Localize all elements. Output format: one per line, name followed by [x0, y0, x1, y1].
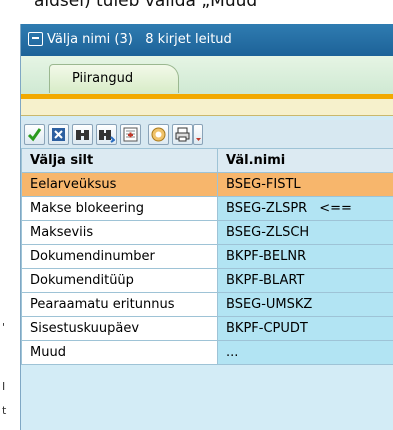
- print-button[interactable]: [172, 124, 193, 145]
- table-row[interactable]: Dokumendinumber BKPF-BELNR: [21, 244, 393, 269]
- table-row[interactable]: Pearaamatu eritunnus BSEG-UMSKZ: [21, 292, 393, 317]
- background-document-text: aldsel) tuleb valida „Muud: [0, 0, 393, 24]
- print-icon: [175, 127, 190, 142]
- dialog-title-bar[interactable]: Välja nimi (3) 8 kirjet leitud: [21, 24, 393, 56]
- checkmark-icon: [27, 128, 42, 142]
- edge-fragment: I: [2, 380, 6, 393]
- field-label: Makse blokeering: [21, 196, 218, 221]
- field-name: BSEG-FISTL: [217, 172, 393, 197]
- field-name: BSEG-ZLSPR: [226, 201, 308, 216]
- cancel-icon: [52, 128, 65, 141]
- tab-label: Piirangud: [72, 71, 134, 86]
- restriction-input-area[interactable]: [21, 99, 393, 116]
- table-row[interactable]: Eelarveüksus BSEG-FISTL: [21, 172, 393, 197]
- field-label: Eelarveüksus: [21, 172, 218, 197]
- field-label: Sisestuskuupäev: [21, 316, 218, 341]
- background-text: aldsel) tuleb valida „Muud: [34, 0, 258, 11]
- column-header-field-label[interactable]: Välja silt: [21, 148, 218, 173]
- field-list-table: Välja silt Väl.nimi Eelarveüksus BSEG-FI…: [21, 148, 393, 365]
- dialog-title: Välja nimi (3): [47, 32, 133, 47]
- table-row[interactable]: Makseviis BSEG-ZLSCH: [21, 220, 393, 245]
- table-row[interactable]: Muud ...: [21, 340, 393, 365]
- field-name: BKPF-BELNR: [217, 244, 393, 269]
- select-button[interactable]: [120, 124, 141, 145]
- field-name: BSEG-UMSKZ: [217, 292, 393, 317]
- field-label: Muud: [21, 340, 218, 365]
- dialog-toolbar: [21, 120, 393, 148]
- find-icon: [76, 130, 89, 140]
- edge-fragment: ': [2, 321, 6, 334]
- value-help-dialog: Välja nimi (3) 8 kirjet leitud Piirangud: [20, 24, 393, 430]
- edge-fragment: t: [2, 404, 7, 417]
- tab-restrictions[interactable]: Piirangud: [49, 64, 179, 93]
- background-edge: ' I t: [0, 24, 20, 430]
- window-icon: [28, 32, 43, 46]
- table-header-row: Välja silt Väl.nimi: [21, 148, 393, 173]
- column-header-field-name[interactable]: Väl.nimi: [217, 148, 393, 173]
- find-button[interactable]: [72, 124, 93, 145]
- pointer-marker: <==: [319, 201, 352, 216]
- confirm-button[interactable]: [24, 124, 45, 145]
- tab-strip: Piirangud: [21, 56, 393, 94]
- field-label: Dokumenditüüp: [21, 268, 218, 293]
- field-name: BKPF-CPUDT: [217, 316, 393, 341]
- find-next-icon: [99, 130, 115, 143]
- find-next-button[interactable]: [96, 124, 117, 145]
- table-row[interactable]: Sisestuskuupäev BKPF-CPUDT: [21, 316, 393, 341]
- table-row[interactable]: Makse blokeering BSEG-ZLSPR <==: [21, 196, 393, 221]
- chevron-down-icon: [196, 138, 201, 141]
- print-options-dropdown[interactable]: [193, 124, 203, 145]
- select-icon: [123, 127, 138, 142]
- help-icon: [151, 127, 166, 142]
- cancel-button[interactable]: [48, 124, 69, 145]
- field-label: Dokumendinumber: [21, 244, 218, 269]
- field-name: ...: [217, 340, 393, 365]
- field-name: BKPF-BLART: [217, 268, 393, 293]
- record-count: 8 kirjet leitud: [145, 32, 232, 47]
- field-label: Pearaamatu eritunnus: [21, 292, 218, 317]
- field-name: BSEG-ZLSCH: [217, 220, 393, 245]
- table-row[interactable]: Dokumenditüüp BKPF-BLART: [21, 268, 393, 293]
- help-button[interactable]: [148, 124, 169, 145]
- field-label: Makseviis: [21, 220, 218, 245]
